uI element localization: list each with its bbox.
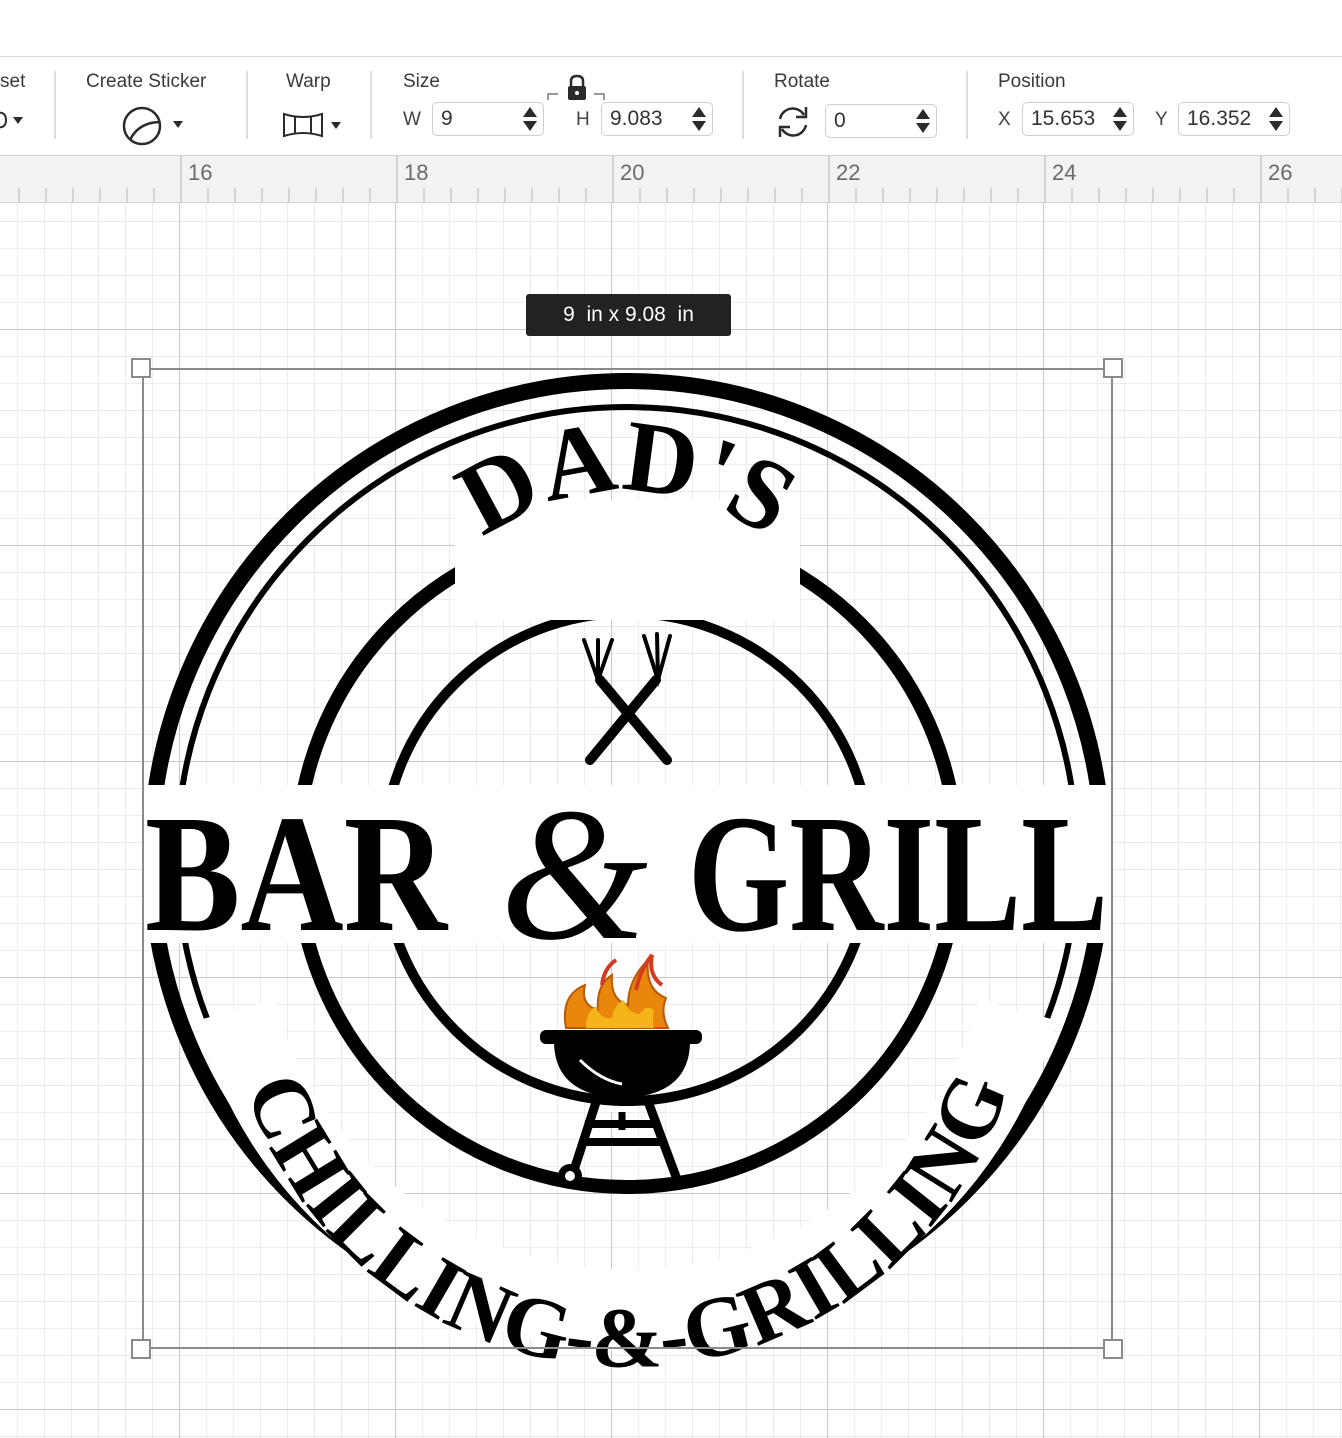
resize-handle-bottom-left[interactable] [131,1339,151,1359]
size-tooltip: 9 in x 9.08 in [526,294,731,336]
resize-handle-top-right[interactable] [1103,358,1123,378]
resize-handle-bottom-right[interactable] [1103,1339,1123,1359]
selection-box[interactable] [142,368,1113,1349]
resize-handle-top-left[interactable] [131,358,151,378]
